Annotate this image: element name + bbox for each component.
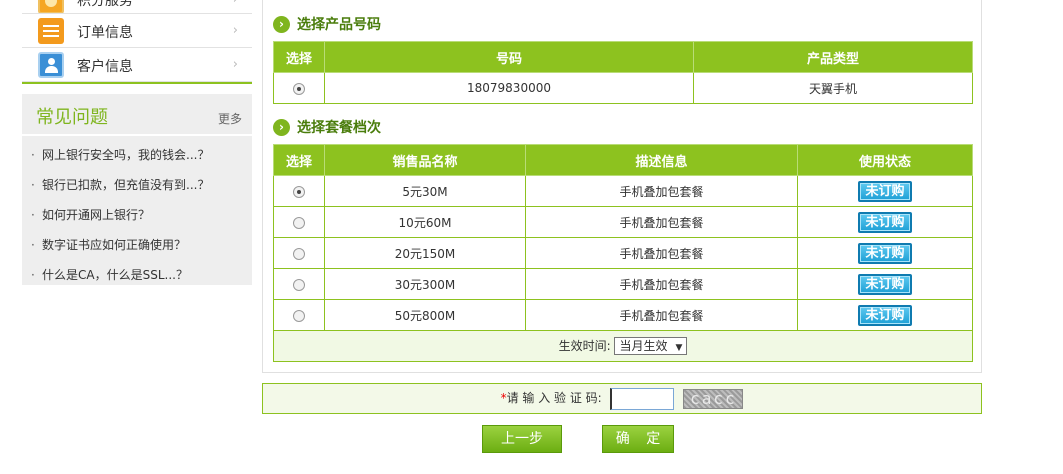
faq-list: 网上银行安全吗，我的钱会...？ 银行已扣款，但充值没有到...？ 如何开通网上… bbox=[22, 136, 252, 292]
table-row: 30元300M 手机叠加包套餐 未订购 bbox=[273, 268, 973, 300]
table-header-row: 选择 销售品名称 描述信息 使用状态 bbox=[273, 144, 973, 176]
sidebar-item-points[interactable]: 积分服务 › bbox=[22, 0, 252, 14]
status-button[interactable]: 未订购 bbox=[858, 180, 912, 202]
sidebar-item-customer[interactable]: 客户信息 › bbox=[22, 48, 252, 82]
status-button[interactable]: 未订购 bbox=[858, 304, 912, 326]
column-header: 使用状态 bbox=[797, 144, 973, 176]
chevron-circle-icon: › bbox=[273, 119, 290, 136]
sidebar-item-label: 积分服务 bbox=[77, 0, 133, 9]
captcha-input[interactable] bbox=[609, 387, 674, 410]
select-cell bbox=[273, 299, 325, 331]
select-cell bbox=[273, 72, 325, 104]
package-desc-cell: 手机叠加包套餐 bbox=[525, 175, 798, 207]
chevron-right-icon: › bbox=[232, 23, 238, 38]
select-cell bbox=[273, 237, 325, 269]
captcha-label: 请 输 入 验 证 码: bbox=[506, 391, 602, 405]
sidebar-item-label: 订单信息 bbox=[77, 25, 133, 41]
package-desc-cell: 手机叠加包套餐 bbox=[525, 237, 798, 269]
package-desc-cell: 手机叠加包套餐 bbox=[525, 299, 798, 331]
product-type-cell: 天翼手机 bbox=[693, 72, 973, 104]
faq-item[interactable]: 数字证书应如何正确使用？ bbox=[22, 232, 252, 262]
package-name-cell: 20元150M bbox=[324, 237, 526, 269]
product-radio[interactable] bbox=[293, 82, 305, 95]
table-row: 5元30M 手机叠加包套餐 未订购 bbox=[273, 175, 973, 207]
select-cell bbox=[273, 206, 325, 238]
table-row: 18079830000 天翼手机 bbox=[273, 72, 973, 104]
section-title-package: › 选择套餐档次 bbox=[273, 118, 381, 138]
captcha-image[interactable]: cacc bbox=[683, 388, 744, 409]
package-name-cell: 50元800M bbox=[324, 299, 526, 331]
section-title-text: 选择产品号码 bbox=[297, 17, 381, 33]
main-panel: › 选择产品号码 选择 号码 产品类型 18079830000 天翼手机 › 选… bbox=[262, 0, 982, 373]
status-button[interactable]: 未订购 bbox=[858, 211, 912, 233]
package-radio[interactable] bbox=[293, 216, 305, 229]
package-name-cell: 5元30M bbox=[324, 175, 526, 207]
section-title-text: 选择套餐档次 bbox=[297, 120, 381, 136]
table-row: 10元60M 手机叠加包套餐 未订购 bbox=[273, 206, 973, 238]
faq-panel: 常见问题 更多 网上银行安全吗，我的钱会...？ 银行已扣款，但充值没有到...… bbox=[22, 94, 252, 288]
status-cell: 未订购 bbox=[797, 268, 973, 300]
faq-item[interactable]: 如何开通网上银行？ bbox=[22, 202, 252, 232]
faq-more-link[interactable]: 更多 bbox=[218, 110, 242, 127]
effective-time-cell: 生效时间: 当月生效 ▼ bbox=[273, 330, 973, 362]
divider bbox=[22, 82, 252, 84]
package-radio[interactable] bbox=[293, 185, 305, 198]
effective-time-row: 生效时间: 当月生效 ▼ bbox=[273, 330, 973, 362]
faq-item[interactable]: 网上银行安全吗，我的钱会...？ bbox=[22, 142, 252, 172]
select-cell bbox=[273, 175, 325, 207]
column-header: 选择 bbox=[273, 41, 325, 73]
column-header: 描述信息 bbox=[525, 144, 798, 176]
select-cell bbox=[273, 268, 325, 300]
status-cell: 未订购 bbox=[797, 206, 973, 238]
package-table: 选择 销售品名称 描述信息 使用状态 5元30M 手机叠加包套餐 未订购 10元… bbox=[273, 144, 973, 362]
star-badge-icon bbox=[38, 0, 64, 13]
column-header: 选择 bbox=[273, 144, 325, 176]
confirm-button[interactable]: 确 定 bbox=[602, 425, 674, 453]
table-row: 20元150M 手机叠加包套餐 未订购 bbox=[273, 237, 973, 269]
column-header: 销售品名称 bbox=[324, 144, 526, 176]
chevron-right-icon: › bbox=[232, 57, 238, 72]
faq-item[interactable]: 什么是CA，什么是SSL...？ bbox=[22, 262, 252, 292]
status-cell: 未订购 bbox=[797, 175, 973, 207]
document-icon bbox=[38, 18, 64, 44]
package-name-cell: 10元60M bbox=[324, 206, 526, 238]
effective-time-label: 生效时间: bbox=[558, 338, 611, 353]
left-sidebar: 积分服务 › 订单信息 › 客户信息 › 常见问题 更多 网上银行安全吗，我的钱… bbox=[22, 0, 252, 288]
column-header: 号码 bbox=[324, 41, 694, 73]
package-desc-cell: 手机叠加包套餐 bbox=[525, 206, 798, 238]
sidebar-item-orders[interactable]: 订单信息 › bbox=[22, 14, 252, 48]
package-radio[interactable] bbox=[293, 247, 305, 260]
package-desc-cell: 手机叠加包套餐 bbox=[525, 268, 798, 300]
captcha-bar: *请 输 入 验 证 码: cacc bbox=[262, 383, 982, 414]
package-name-cell: 30元300M bbox=[324, 268, 526, 300]
package-radio[interactable] bbox=[293, 278, 305, 291]
status-cell: 未订购 bbox=[797, 299, 973, 331]
chevron-right-icon: › bbox=[233, 0, 238, 7]
package-radio[interactable] bbox=[293, 309, 305, 322]
effective-time-select[interactable]: 当月生效 ▼ bbox=[614, 337, 688, 356]
column-header: 产品类型 bbox=[693, 41, 973, 73]
section-title-product: › 选择产品号码 bbox=[273, 15, 381, 35]
sidebar-item-label: 客户信息 bbox=[77, 59, 133, 75]
faq-item[interactable]: 银行已扣款，但充值没有到...？ bbox=[22, 172, 252, 202]
status-cell: 未订购 bbox=[797, 237, 973, 269]
chevron-circle-icon: › bbox=[273, 16, 290, 33]
product-number-table: 选择 号码 产品类型 18079830000 天翼手机 bbox=[273, 41, 973, 104]
status-button[interactable]: 未订购 bbox=[858, 273, 912, 295]
table-row: 50元800M 手机叠加包套餐 未订购 bbox=[273, 299, 973, 331]
effective-time-value: 当月生效 bbox=[619, 339, 668, 354]
faq-title: 常见问题 bbox=[36, 107, 108, 128]
number-cell: 18079830000 bbox=[324, 72, 694, 104]
dropdown-arrow-icon: ▼ bbox=[675, 343, 683, 354]
status-button[interactable]: 未订购 bbox=[858, 242, 912, 264]
previous-step-button[interactable]: 上一步 bbox=[482, 425, 562, 453]
faq-header: 常见问题 更多 bbox=[22, 94, 252, 136]
user-card-icon bbox=[38, 52, 64, 78]
table-header-row: 选择 号码 产品类型 bbox=[273, 41, 973, 73]
